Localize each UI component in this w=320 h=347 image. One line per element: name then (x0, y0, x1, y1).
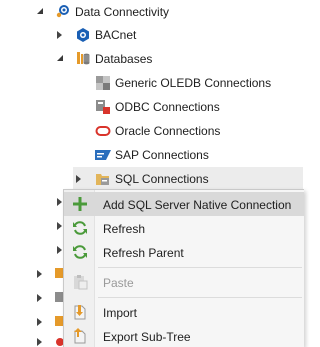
bacnet-icon (77, 28, 89, 42)
menu-item-label: Refresh (103, 222, 146, 236)
tree-node-oracle[interactable]: Oracle Connections (0, 119, 303, 143)
odbc-icon (96, 100, 110, 114)
tree-node-odbc[interactable]: ODBC Connections (0, 95, 303, 119)
refresh-icon (73, 245, 87, 259)
menu-item-label: Paste (103, 276, 134, 290)
partial-node-icon (56, 338, 63, 346)
partial-node-icon (55, 268, 63, 278)
expand-arrow-icon[interactable] (57, 31, 62, 39)
sql-folder-icon (96, 174, 109, 185)
tree-node-label: BACnet (95, 28, 137, 42)
expand-arrow-icon[interactable] (57, 246, 62, 254)
tree-node-sql[interactable]: SQL Connections (73, 167, 303, 191)
export-icon (74, 328, 86, 344)
menu-separator (98, 297, 302, 298)
tree-node-bacnet[interactable]: BACnet (0, 23, 303, 47)
expand-arrow-icon[interactable] (57, 222, 62, 230)
tree-node-label: Oracle Connections (115, 124, 221, 138)
tree-node-label: Data Connectivity (75, 5, 170, 19)
menu-item-paste[interactable]: Paste (64, 270, 304, 294)
partial-node-icon (55, 316, 63, 326)
expand-arrow-icon[interactable] (57, 198, 62, 206)
menu-item-import[interactable]: Import (64, 300, 304, 324)
expand-arrow-icon[interactable] (37, 294, 42, 302)
tree-node-label: Generic OLEDB Connections (115, 76, 272, 90)
expand-arrow-down-icon[interactable] (56, 54, 64, 62)
gear-plug-icon (56, 5, 69, 18)
expand-arrow-down-icon[interactable] (36, 7, 44, 15)
expand-arrow-icon[interactable] (37, 318, 42, 326)
tree-node-data-connectivity[interactable]: Data Connectivity (0, 0, 303, 24)
menu-item-label: Add SQL Server Native Connection (103, 198, 292, 212)
expand-arrow-icon[interactable] (37, 338, 42, 346)
partial-node-icon (55, 292, 63, 302)
expand-arrow-icon[interactable] (37, 270, 42, 278)
import-icon (74, 305, 86, 320)
tree-node-label: Databases (95, 52, 153, 66)
tree-node-label: SQL Connections (115, 172, 209, 186)
oracle-icon (95, 126, 111, 136)
menu-item-label: Refresh Parent (103, 246, 184, 260)
menu-item-refresh[interactable]: Refresh (64, 216, 304, 240)
tree-node-label: ODBC Connections (115, 100, 220, 114)
tree-node-oledb[interactable]: Generic OLEDB Connections (0, 71, 303, 95)
sap-icon (95, 150, 111, 160)
plus-icon (73, 197, 87, 211)
tree-node-label: SAP Connections (115, 148, 209, 162)
menu-separator (98, 267, 302, 268)
menu-item-label: Export Sub-Tree (103, 330, 191, 344)
tree-node-databases[interactable]: Databases (0, 47, 303, 71)
menu-item-export-sub-tree[interactable]: Export Sub-Tree (64, 324, 304, 347)
menu-item-add-sql-native-connection[interactable]: Add SQL Server Native Connection (64, 192, 304, 216)
tree-node-sap[interactable]: SAP Connections (0, 143, 303, 167)
context-menu: Add SQL Server Native Connection Refresh… (63, 189, 304, 347)
paste-icon (74, 275, 88, 290)
database-folder-icon (77, 52, 90, 65)
menu-item-refresh-parent[interactable]: Refresh Parent (64, 240, 304, 264)
expand-arrow-icon[interactable] (76, 175, 81, 183)
oledb-icon (96, 76, 110, 90)
refresh-icon (73, 221, 87, 235)
menu-item-label: Import (103, 306, 138, 320)
